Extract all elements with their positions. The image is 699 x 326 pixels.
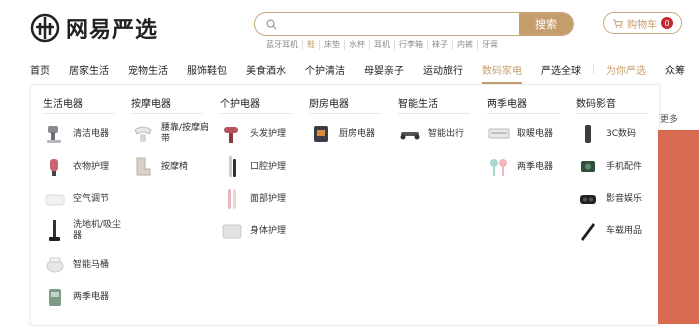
category-entry[interactable]: 身体护理	[220, 219, 306, 243]
category-title: 两季电器	[487, 99, 527, 110]
hot-word[interactable]: 耳机	[370, 40, 395, 50]
divider	[487, 113, 559, 114]
nav-item-food[interactable]: 美食酒水	[246, 62, 286, 80]
category-entry[interactable]: 空气调节	[43, 187, 129, 211]
garment-steamer-icon	[43, 155, 67, 179]
category-title: 个护电器	[220, 99, 260, 110]
category-entry[interactable]: 口腔护理	[220, 155, 306, 179]
promo-banner-edge[interactable]	[658, 130, 699, 324]
category-entry[interactable]: 车载用品	[576, 219, 662, 243]
nav-item-global[interactable]: 严选全球	[541, 62, 581, 80]
divider	[220, 113, 292, 114]
hot-search-words: 蓝牙耳机 鞋 床垫 水杯 耳机 行李箱 袜子 内裤 牙膏	[262, 40, 502, 50]
car-accessory-icon	[576, 219, 600, 243]
category-title: 生活电器	[43, 99, 83, 110]
category-entry[interactable]: 衣物护理	[43, 155, 129, 179]
cart-count-badge: 0	[661, 17, 673, 29]
fan-icon	[487, 155, 511, 179]
search-icon	[255, 13, 281, 35]
hot-word[interactable]: 行李箱	[395, 40, 428, 50]
nav-divider	[593, 64, 594, 74]
hot-word[interactable]: 袜子	[428, 40, 453, 50]
cart-icon	[612, 18, 623, 28]
category-column: 生活电器	[43, 85, 123, 114]
nav-item-sports[interactable]: 运动旅行	[423, 62, 463, 80]
divider	[309, 113, 381, 114]
air-purifier-icon	[43, 187, 67, 211]
body-care-icon	[220, 219, 244, 243]
category-entry[interactable]: 按摩椅	[131, 155, 217, 179]
divider	[576, 113, 648, 114]
category-entry[interactable]: 影音娱乐	[576, 187, 662, 211]
category-title: 按摩电器	[131, 99, 171, 110]
smart-toilet-icon	[43, 253, 67, 277]
facial-device-icon	[220, 187, 244, 211]
vacuum-icon	[43, 122, 67, 146]
category-column: 厨房电器	[309, 85, 389, 114]
category-title: 数码影音	[576, 99, 616, 110]
kitchen-appliance-icon	[309, 122, 333, 146]
speaker-icon	[576, 187, 600, 211]
floor-washer-icon	[43, 219, 67, 243]
hot-word[interactable]: 鞋	[303, 40, 320, 50]
category-entry[interactable]: 腰靠/按摩肩带	[131, 122, 217, 146]
digital-device-icon	[576, 122, 600, 146]
nav-item-pet[interactable]: 宠物生活	[128, 62, 168, 80]
category-entry[interactable]: 清洁电器	[43, 122, 129, 146]
category-dropdown: 生活电器 清洁电器 衣物护理 空气调节 洗地机/吸尘器 智能马桶 两季电器 按摩…	[30, 84, 660, 326]
hot-word[interactable]: 床垫	[320, 40, 345, 50]
main-nav: 首页 居家生活 宠物生活 服饰鞋包 美食酒水 个护清洁 母婴亲子 运动旅行 数码…	[30, 62, 699, 84]
cart-button[interactable]: 购物车 0	[603, 12, 682, 34]
category-entry[interactable]: 取暖电器	[487, 122, 573, 146]
toothbrush-icon	[220, 155, 244, 179]
divider	[43, 113, 115, 114]
more-link[interactable]: 更多	[660, 112, 678, 125]
category-entry[interactable]: 智能马桶	[43, 253, 129, 277]
category-entry[interactable]: 智能出行	[398, 122, 484, 146]
hot-word[interactable]: 内裤	[453, 40, 478, 50]
hot-word[interactable]: 水杯	[345, 40, 370, 50]
massage-belt-icon	[131, 122, 155, 146]
category-entry[interactable]: 洗地机/吸尘器	[43, 219, 129, 243]
nav-item-crowdfunding[interactable]: 众筹	[665, 62, 685, 80]
divider	[398, 113, 470, 114]
category-entry[interactable]: 3C数码	[576, 122, 662, 146]
category-column: 按摩电器	[131, 85, 211, 114]
nav-item-home-living[interactable]: 居家生活	[69, 62, 109, 80]
brand-logo[interactable]: 网易严选	[30, 12, 158, 44]
hair-dryer-icon	[220, 122, 244, 146]
cart-label: 购物车	[627, 19, 657, 31]
seasonal-appliance-icon	[43, 285, 67, 309]
phone-accessory-icon	[576, 155, 600, 179]
search-button[interactable]: 搜索	[519, 13, 573, 35]
category-column: 个护电器	[220, 85, 300, 114]
category-title: 厨房电器	[309, 99, 349, 110]
scooter-icon	[398, 122, 422, 146]
nav-item-apparel[interactable]: 服饰鞋包	[187, 62, 227, 80]
category-column: 数码影音	[576, 85, 656, 114]
nav-item-home[interactable]: 首页	[30, 62, 50, 80]
category-title: 智能生活	[398, 99, 438, 110]
hot-word[interactable]: 牙膏	[478, 40, 502, 50]
nav-item-for-you[interactable]: 为你严选	[606, 62, 646, 80]
category-entry[interactable]: 头发护理	[220, 122, 306, 146]
brand-name: 网易严选	[66, 18, 159, 43]
heater-icon	[487, 122, 511, 146]
category-entry[interactable]: 面部护理	[220, 187, 306, 211]
search-bar: 搜索	[254, 12, 574, 36]
logo-mark-icon	[30, 13, 60, 43]
category-entry[interactable]: 两季电器	[487, 155, 573, 179]
nav-item-digital[interactable]: 数码家电	[482, 62, 522, 84]
hot-word[interactable]: 蓝牙耳机	[262, 40, 303, 50]
massage-chair-icon	[131, 155, 155, 179]
nav-item-personal-care[interactable]: 个护清洁	[305, 62, 345, 80]
search-input[interactable]	[281, 13, 519, 35]
category-column: 两季电器	[487, 85, 567, 114]
category-entry[interactable]: 手机配件	[576, 155, 662, 179]
category-column: 智能生活	[398, 85, 478, 114]
divider	[131, 113, 203, 114]
category-entry[interactable]: 厨房电器	[309, 122, 395, 146]
nav-item-baby[interactable]: 母婴亲子	[364, 62, 404, 80]
category-entry[interactable]: 两季电器	[43, 285, 129, 309]
